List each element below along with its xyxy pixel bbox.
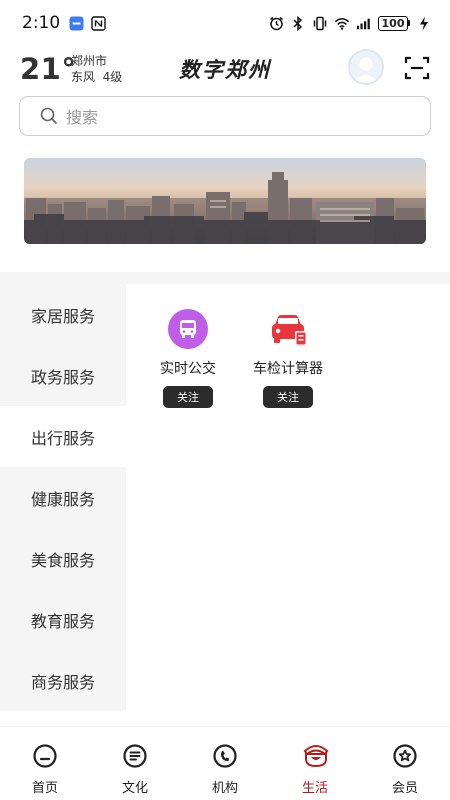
category-home-service[interactable]: 家居服务 <box>0 284 126 345</box>
search-placeholder: 搜索 <box>66 108 99 127</box>
category-label: 政务服务 <box>30 367 95 387</box>
battery-level: 100 <box>378 15 408 31</box>
culture-icon <box>122 743 148 769</box>
bottom-nav: 首页 文化 机构 生活 会员 <box>0 726 450 800</box>
service-label: 车检计算器 <box>253 361 323 377</box>
service-car-inspection-calculator[interactable]: 车检计算器 关注 <box>238 284 338 408</box>
nav-member[interactable]: 会员 <box>360 727 450 800</box>
category-label: 出行服务 <box>30 428 95 448</box>
nav-institution[interactable]: 机构 <box>180 727 270 800</box>
search-bar[interactable]: 搜索 <box>19 96 431 136</box>
app-header: 21° 郑州市 东风 4级 数字郑州 <box>0 46 450 92</box>
category-business-service[interactable]: 商务服务 <box>0 650 126 711</box>
nav-label: 首页 <box>31 781 58 796</box>
wifi-icon <box>334 15 350 31</box>
weather-temperature: 21° <box>20 52 77 86</box>
institution-icon <box>212 743 238 769</box>
follow-button[interactable]: 关注 <box>163 386 213 408</box>
follow-button[interactable]: 关注 <box>263 386 313 408</box>
weather-wind: 东风 4级 <box>71 70 123 84</box>
category-travel-service[interactable]: 出行服务 <box>0 406 126 467</box>
service-realtime-bus[interactable]: 实时公交 关注 <box>138 284 238 408</box>
weather-city: 郑州市 <box>71 54 108 68</box>
nfc-icon <box>90 15 106 31</box>
search-icon <box>40 107 58 125</box>
status-bar: 2:10 100 <box>0 0 450 46</box>
weather-info: 郑州市 东风 4级 <box>71 53 122 85</box>
bluetooth-icon <box>290 15 306 31</box>
category-label: 健康服务 <box>30 489 95 509</box>
service-content: 实时公交 关注 车检计算器 关注 <box>126 284 450 712</box>
app-title: 数字郑州 <box>179 57 271 82</box>
status-time: 2:10 <box>22 13 61 33</box>
category-food-service[interactable]: 美食服务 <box>0 528 126 589</box>
service-label: 实时公交 <box>160 361 216 377</box>
category-label: 美食服务 <box>30 550 95 570</box>
category-menu: 家居服务 政务服务 出行服务 健康服务 美食服务 教育服务 商务服务 <box>0 284 126 712</box>
scan-icon[interactable] <box>404 55 430 81</box>
nav-culture[interactable]: 文化 <box>90 727 180 800</box>
charging-icon <box>416 15 432 31</box>
vibrate-icon <box>312 15 328 31</box>
home-icon <box>32 743 58 769</box>
member-icon <box>392 743 418 769</box>
category-education-service[interactable]: 教育服务 <box>0 589 126 650</box>
life-icon <box>302 743 329 769</box>
city-banner-image[interactable] <box>24 158 426 244</box>
nav-home[interactable]: 首页 <box>0 727 90 800</box>
category-government-service[interactable]: 政务服务 <box>0 345 126 406</box>
car-calculator-icon <box>268 309 308 349</box>
user-avatar[interactable] <box>348 49 384 85</box>
section-divider <box>0 272 450 284</box>
category-label: 商务服务 <box>30 672 95 692</box>
battery-indicator: 100 <box>378 15 410 31</box>
category-label: 家居服务 <box>30 306 95 326</box>
alarm-icon <box>268 15 284 31</box>
category-health-service[interactable]: 健康服务 <box>0 467 126 528</box>
bus-icon <box>168 309 208 349</box>
nav-label: 会员 <box>391 781 418 796</box>
nav-life[interactable]: 生活 <box>270 727 360 800</box>
nav-label: 机构 <box>211 781 238 796</box>
category-label: 教育服务 <box>30 611 95 631</box>
nav-label: 文化 <box>121 781 148 796</box>
notification-badge-icon <box>68 15 84 31</box>
signal-icon <box>356 15 372 31</box>
nav-label: 生活 <box>301 781 328 796</box>
